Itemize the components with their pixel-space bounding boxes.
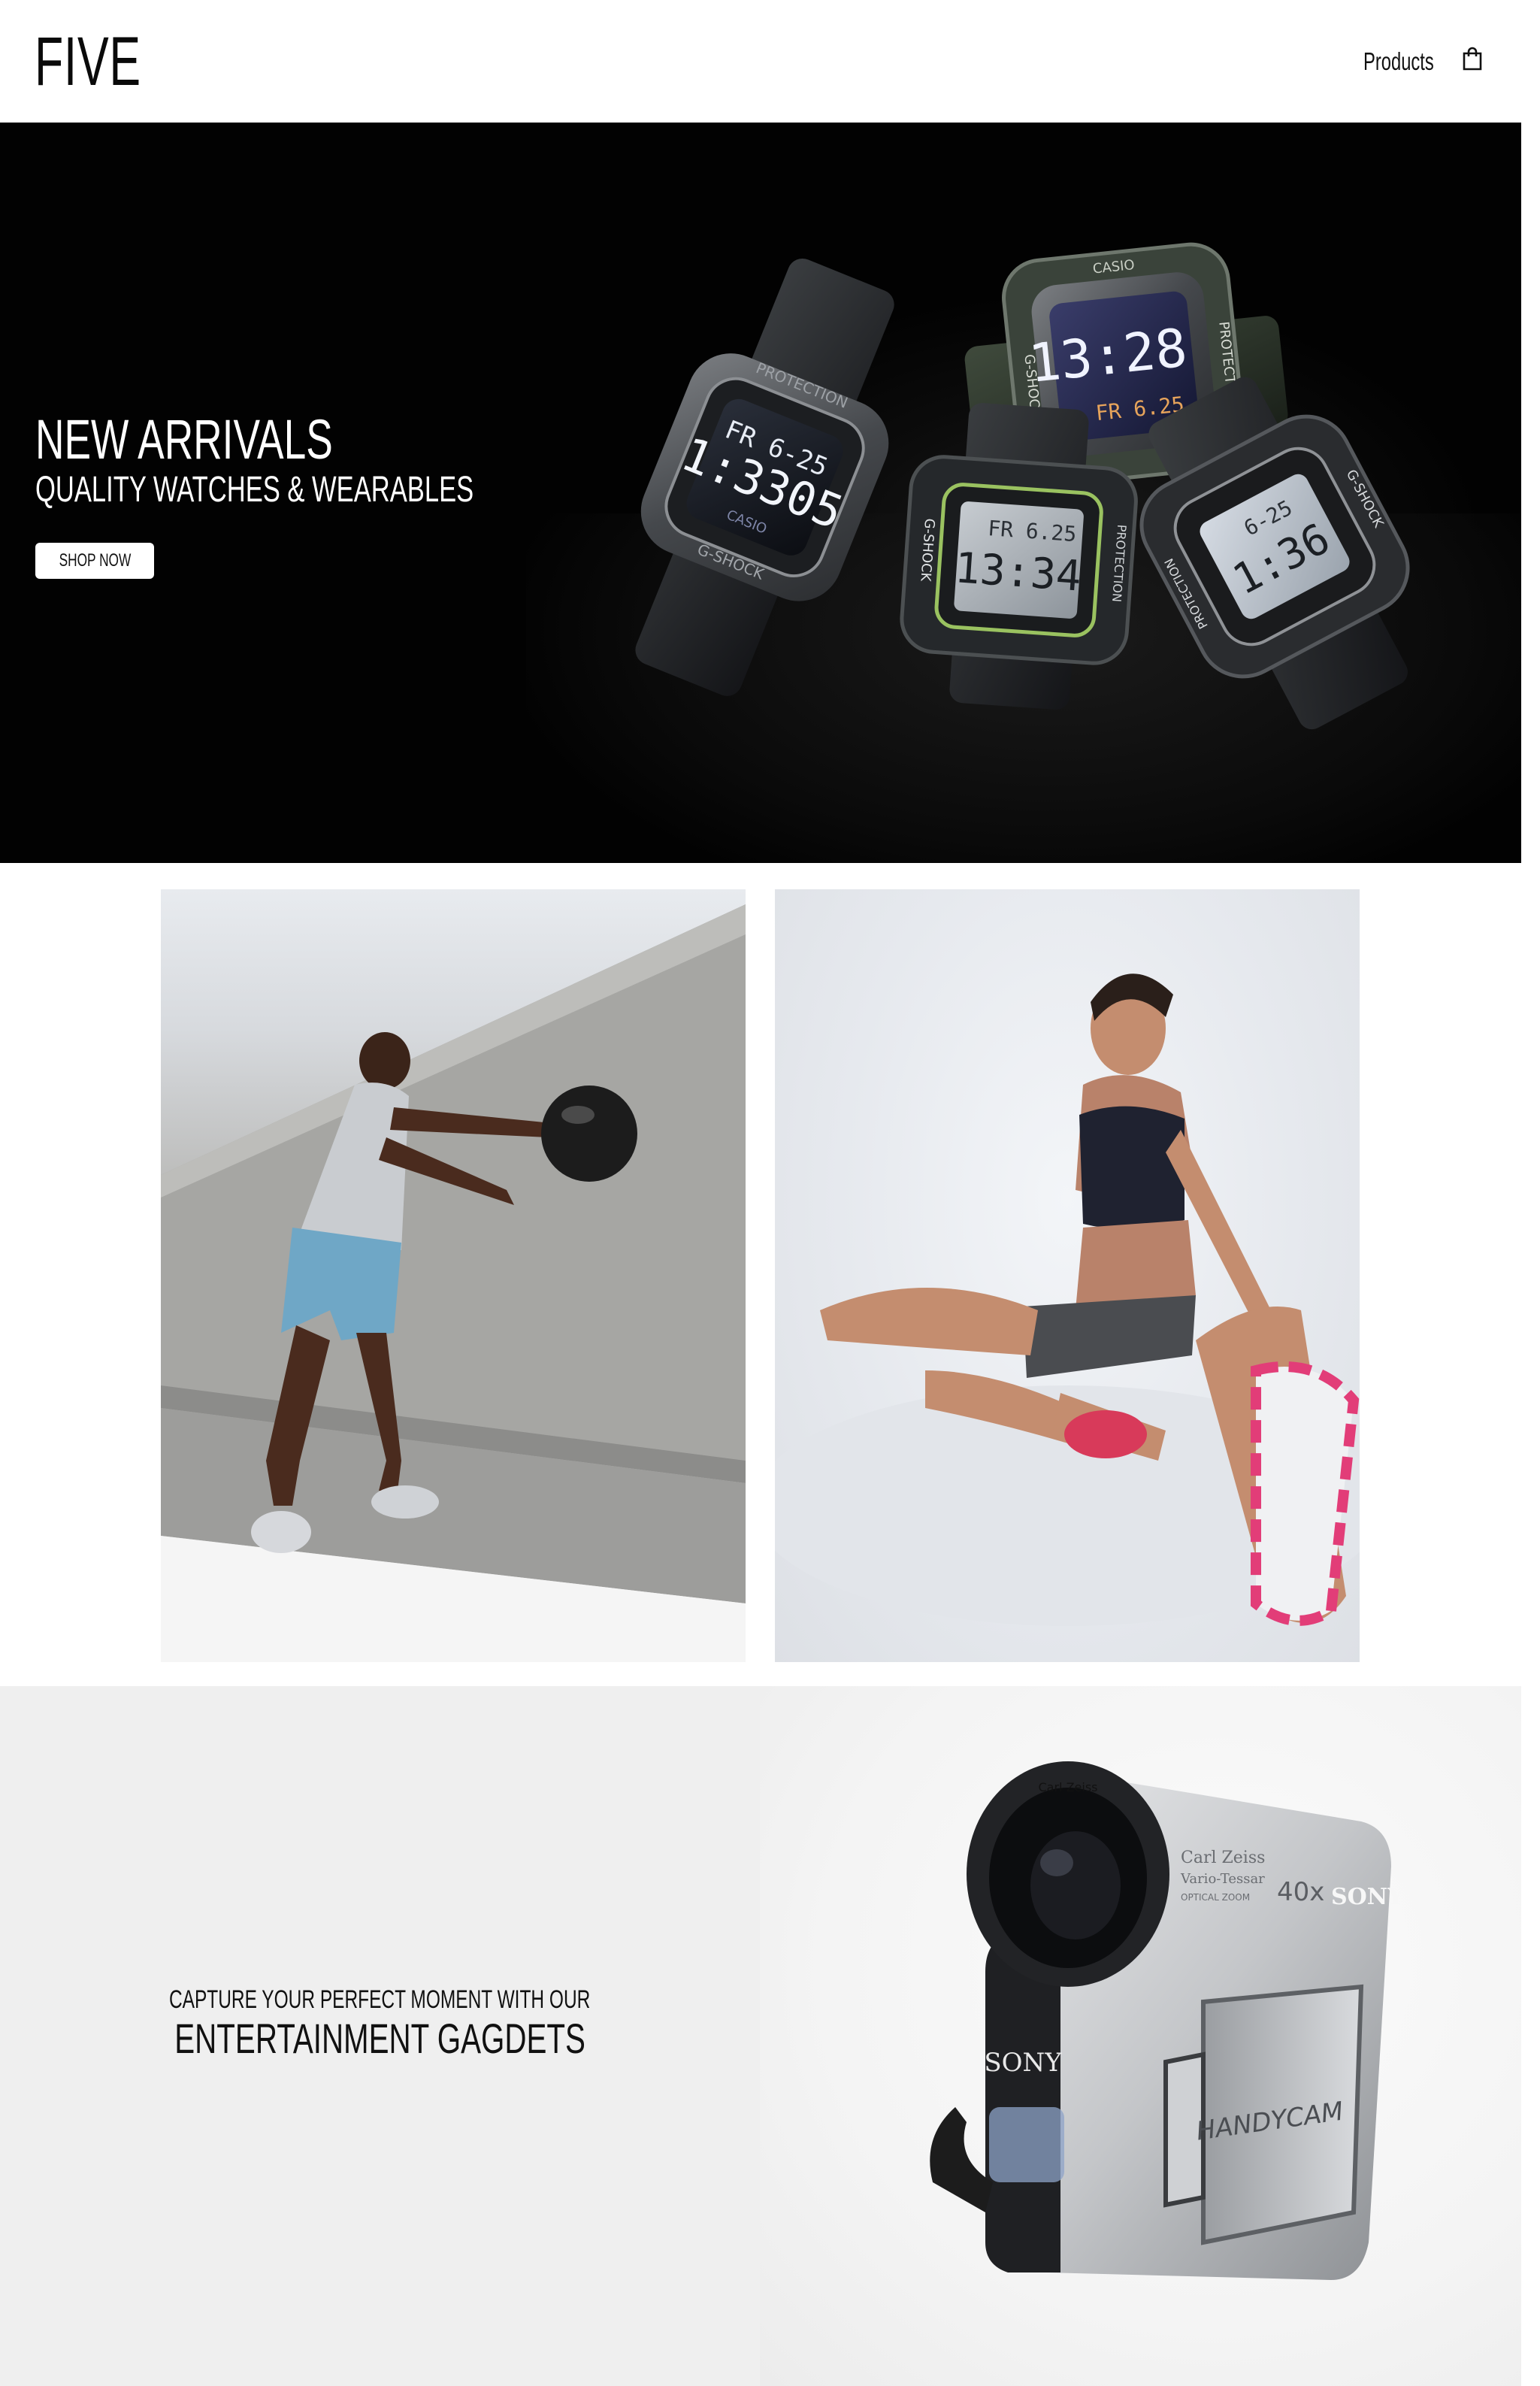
shop-now-label: SHOP NOW	[59, 550, 131, 571]
hero-subtitle: QUALITY WATCHES & WEARABLES	[35, 470, 474, 510]
sony-front-logo: SONY	[984, 2048, 1062, 2078]
shopping-bag-icon[interactable]	[1461, 47, 1484, 71]
watch-3-display-time: 13:34	[953, 544, 1083, 601]
woman-stretching-photo[interactable]	[775, 889, 1360, 1662]
lens-ring-text: Carl Zeiss	[1038, 1780, 1097, 1794]
sony-handycam-photo[interactable]: Carl Zeiss Carl Zeiss Vario-Tessar OPTIC…	[760, 1686, 1521, 2386]
shop-now-button[interactable]: SHOP NOW	[35, 543, 154, 579]
site-header: FIVE Products	[0, 0, 1521, 123]
lens-spec-line-2: Vario-Tessar	[1180, 1871, 1265, 1887]
gadgets-title[interactable]: ENTERTAINMENT GAGDETS	[174, 2015, 585, 2063]
lens-spec-line-1: Carl Zeiss	[1181, 1849, 1265, 1867]
gadgets-kicker-wrap: CAPTURE YOUR PERFECT MOMENT WITH OUR	[0, 1985, 760, 2015]
zoom-label: 40x	[1277, 1877, 1324, 1907]
gadgets-title-wrap: ENTERTAINMENT GAGDETS	[0, 2015, 760, 2063]
watch-dark: PROTECTION FR 6-25 1:3305 CASIO G-SHOCK	[635, 258, 894, 696]
gadgets-promo-panel: CAPTURE YOUR PERFECT MOMENT WITH OUR ENT…	[0, 1686, 760, 2386]
lens-spec-line-3: OPTICAL ZOOM	[1181, 1892, 1250, 1903]
gadgets-kicker: CAPTURE YOUR PERFECT MOMENT WITH OUR	[169, 1985, 591, 2014]
woman-stretching-illustration	[775, 973, 1360, 1626]
site-logo[interactable]: FIVE	[35, 26, 141, 98]
hero-title: NEW ARRIVALS	[35, 408, 333, 471]
hero-banner: PROTECTION FR 6-25 1:3305 CASIO G-SHOCK …	[0, 123, 1521, 863]
sony-top-logo: SONY	[1331, 1884, 1404, 1910]
sony-handycam-illustration: Carl Zeiss Carl Zeiss Vario-Tessar OPTIC…	[930, 1761, 1404, 2280]
nav-products-link[interactable]: Products	[1363, 47, 1434, 77]
man-medicine-ball-illustration	[161, 904, 746, 1662]
man-medicine-ball-photo[interactable]	[161, 889, 746, 1662]
